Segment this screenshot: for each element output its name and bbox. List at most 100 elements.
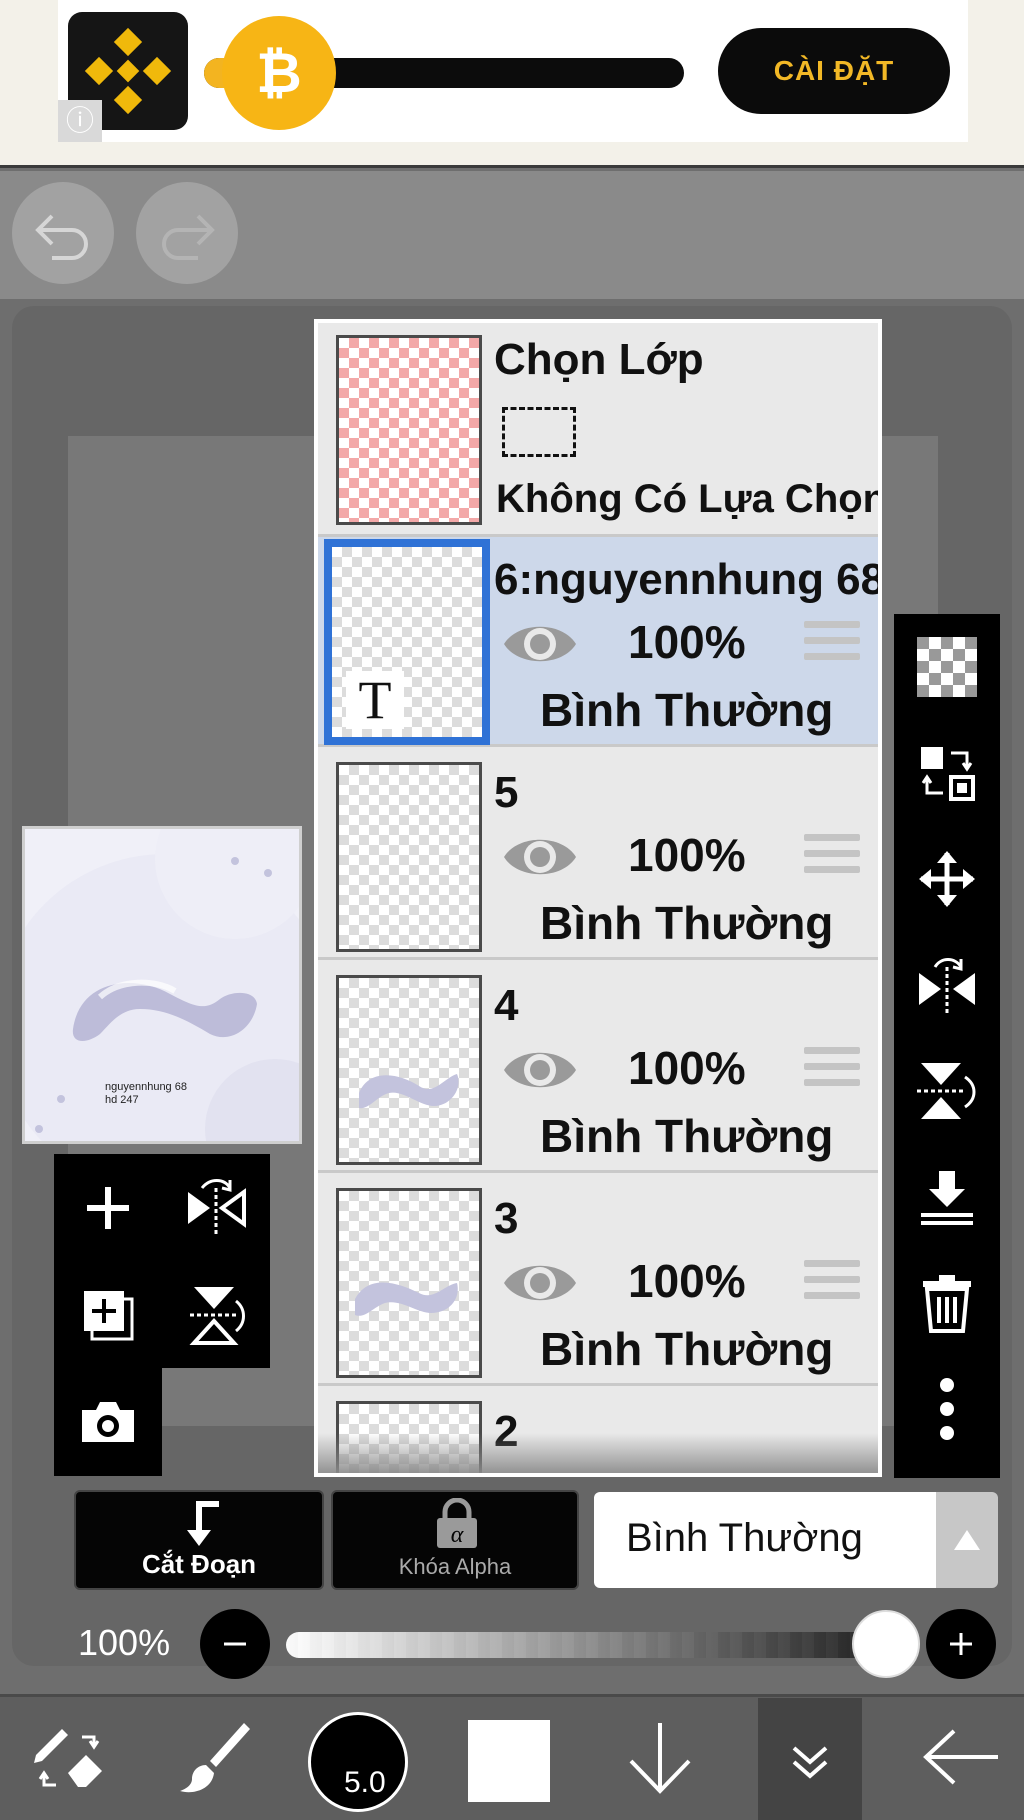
opacity-slider-track[interactable]	[286, 1632, 886, 1658]
flip-vertical-button[interactable]	[894, 1038, 1000, 1144]
swap-layer-button[interactable]	[894, 720, 1000, 826]
eye-icon[interactable]	[502, 830, 578, 884]
layer-opacity: 100%	[628, 1255, 746, 1307]
blend-mode-dropdown-button[interactable]	[936, 1492, 998, 1588]
layer-name: 6:nguyennhung 68	[494, 555, 882, 604]
layer-stroke-preview	[359, 1074, 459, 1109]
canvas-preview[interactable]: nguyennhung 68 hd 247	[22, 826, 302, 1144]
clipping-button[interactable]: Cắt Đoạn	[74, 1490, 324, 1590]
layer-row[interactable]: 5 100% Bình Thường	[318, 750, 878, 960]
layer-opacity: 100%	[628, 1042, 746, 1094]
duplicate-icon	[84, 1290, 134, 1340]
layer-name: 3	[494, 1194, 519, 1243]
text-layer-icon: T	[346, 671, 404, 729]
drag-handle-icon[interactable]	[804, 1047, 860, 1093]
redo-button[interactable]	[136, 182, 238, 284]
drag-handle-icon[interactable]	[804, 621, 860, 667]
preview-text-line: hd 247	[105, 1094, 139, 1106]
delete-layer-button[interactable]	[894, 1250, 1000, 1356]
duplicate-layer-button[interactable]	[54, 1261, 162, 1368]
opacity-increase-button[interactable]	[926, 1609, 996, 1679]
selection-status: Không Có Lựa Chọn	[496, 477, 882, 521]
eye-icon[interactable]	[502, 617, 578, 671]
layer-row[interactable]: 3 100% Bình Thường	[318, 1176, 878, 1386]
move-button[interactable]	[894, 826, 1000, 932]
swap-layers-icon	[921, 747, 975, 801]
preview-text-line: nguyennhung 68	[105, 1081, 187, 1093]
blend-mode-select[interactable]: Bình Thường	[594, 1492, 936, 1588]
layer-tools-left-bottom	[54, 1368, 162, 1476]
flip-vertical-icon	[917, 1063, 976, 1119]
layer-blend-mode: Bình Thường	[540, 684, 834, 736]
merge-down-button[interactable]	[894, 1144, 1000, 1250]
svg-text:α: α	[451, 1522, 464, 1548]
clipping-label: Cắt Đoạn	[141, 1549, 257, 1579]
preview-text: nguyennhung 68 hd 247	[105, 1081, 187, 1107]
layer-thumbnail	[336, 975, 482, 1165]
selection-marquee-icon	[502, 407, 576, 457]
bitcoin-icon: ₿	[222, 16, 336, 130]
layer-name: 4	[494, 981, 519, 1030]
arrow-down-icon	[629, 1723, 691, 1794]
flip-horizontal-icon	[919, 958, 975, 1013]
selection-layer-title: Chọn Lớp	[494, 335, 704, 384]
plus-icon	[87, 1186, 129, 1229]
lock-icon: α	[437, 1498, 477, 1548]
ad-info-icon[interactable]: ⓘ	[58, 100, 102, 142]
layer-thumbnail: T	[324, 539, 490, 745]
undo-icon	[35, 214, 88, 260]
layer-panel: Chọn Lớp Không Có Lựa Chọn T 6:nguyennhu…	[314, 319, 882, 1477]
triangle-up-icon	[954, 1530, 980, 1550]
flip-vertical-icon	[189, 1286, 245, 1345]
trash-icon	[923, 1275, 971, 1333]
brush-tool-button[interactable]	[164, 1700, 264, 1814]
flip-horizontal-button[interactable]	[894, 932, 1000, 1038]
drag-handle-icon[interactable]	[804, 1260, 860, 1306]
layer-row[interactable]: 4 100% Bình Thường	[318, 963, 878, 1173]
alpha-lock-button[interactable]: α Khóa Alpha	[331, 1490, 579, 1590]
tool-switch-button[interactable]	[20, 1700, 120, 1814]
layer-opacity: 100%	[628, 829, 746, 881]
camera-icon	[82, 1401, 134, 1442]
flip-horizontal-button[interactable]	[162, 1154, 270, 1261]
layer-down-button[interactable]	[610, 1700, 710, 1814]
layer-blend-mode: Bình Thường	[540, 897, 834, 949]
minus-icon	[224, 1642, 246, 1646]
layer-blend-mode: Bình Thường	[540, 1323, 834, 1375]
arrow-left-icon	[923, 1729, 998, 1785]
clipping-arrow-icon	[187, 1501, 219, 1546]
more-options-button[interactable]	[894, 1356, 1000, 1462]
merge-down-icon	[921, 1171, 973, 1225]
undo-button[interactable]	[12, 182, 114, 284]
checkerboard-icon	[917, 637, 977, 697]
layer-tools-left	[54, 1154, 270, 1368]
move-icon	[919, 851, 975, 907]
layer-opacity: 100%	[628, 616, 746, 668]
transparency-button[interactable]	[894, 614, 1000, 720]
layer-menu-button[interactable]	[758, 1698, 862, 1820]
redo-icon	[162, 214, 215, 260]
layer-tools-right	[894, 614, 1000, 1478]
camera-button[interactable]	[54, 1368, 162, 1475]
blend-mode-value: Bình Thường	[626, 1516, 863, 1560]
double-chevron-down-icon	[792, 1746, 828, 1779]
opacity-slider-knob[interactable]	[852, 1610, 920, 1678]
drag-handle-icon[interactable]	[804, 834, 860, 880]
selection-layer-thumbnail	[336, 335, 482, 525]
layer-row[interactable]: T 6:nguyennhung 68 100% Bình Thường	[318, 537, 878, 747]
layer-thumbnail	[336, 1188, 482, 1378]
eye-icon[interactable]	[502, 1256, 578, 1310]
layer-thumbnail	[336, 762, 482, 952]
brush-icon	[180, 1723, 250, 1793]
opacity-decrease-button[interactable]	[200, 1609, 270, 1679]
flip-vertical-button[interactable]	[162, 1261, 270, 1368]
pen-eraser-swap-icon	[34, 1729, 102, 1787]
eye-icon[interactable]	[502, 1043, 578, 1097]
color-swatch-button[interactable]	[468, 1720, 550, 1802]
alpha-lock-label: Khóa Alpha	[398, 1554, 512, 1579]
back-button[interactable]	[910, 1700, 1010, 1814]
add-layer-button[interactable]	[54, 1154, 162, 1261]
scroll-fade	[318, 1433, 878, 1473]
selection-layer-row[interactable]: Chọn Lớp Không Có Lựa Chọn	[318, 323, 878, 537]
ad-install-button[interactable]: CÀI ĐẶT	[718, 28, 950, 114]
